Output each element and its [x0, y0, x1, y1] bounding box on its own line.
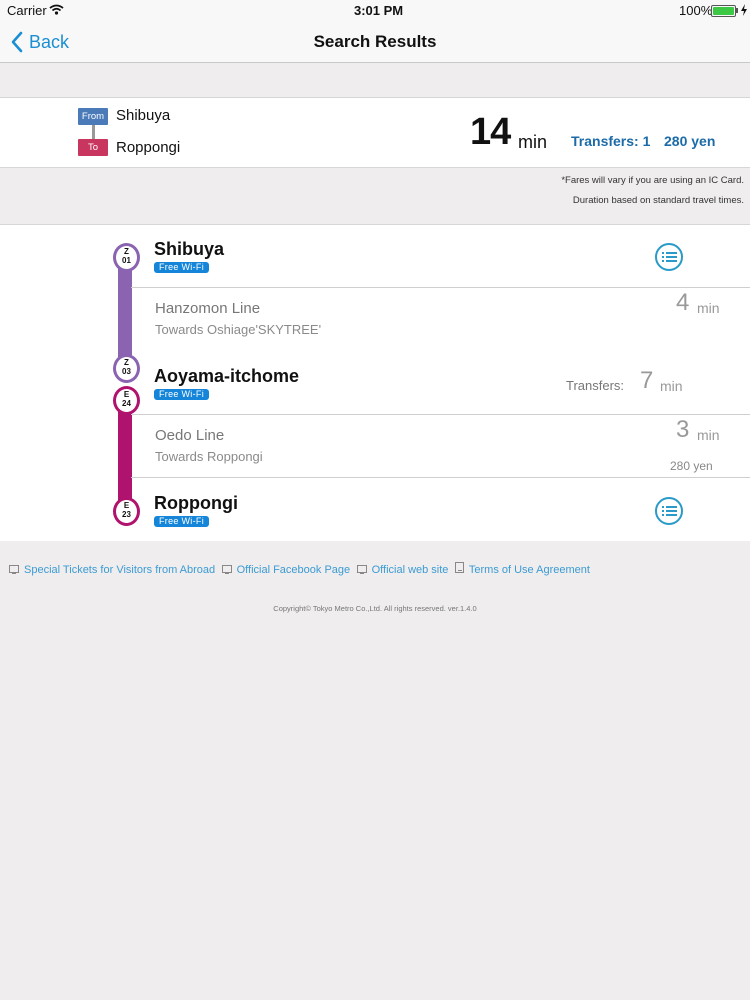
free-wifi-badge: Free Wi-Fi [154, 389, 209, 400]
monitor-icon [356, 565, 367, 574]
segment-time: 4 [676, 289, 690, 316]
duration-value: 14 [470, 111, 511, 153]
fare: 280 yen [664, 133, 716, 149]
segment-line-name: Oedo Line [155, 427, 225, 444]
footer-link-terms[interactable]: Terms of Use Agreement [454, 562, 590, 576]
segment-time-unit: min [697, 300, 720, 316]
station-name-roppongi: Roppongi [154, 493, 238, 513]
carrier-label: Carrier [7, 3, 47, 18]
station-code-badge: Z 01 [113, 243, 140, 272]
battery-percent: 100% [679, 3, 713, 18]
route-summary: From To Shibuya Roppongi 14 min Transfer… [0, 97, 750, 168]
to-tag: To [78, 139, 108, 156]
document-icon [454, 562, 464, 573]
station-code-badge: E 24 [113, 386, 140, 415]
free-wifi-badge: Free Wi-Fi [154, 516, 209, 527]
segment-time-unit: min [697, 427, 720, 443]
transfer-time: 7 [640, 367, 654, 394]
segment-line-name: Hanzomon Line [155, 300, 261, 317]
transfers-count: Transfers: 1 [571, 133, 651, 149]
station-info-button-roppongi[interactable] [655, 497, 683, 525]
page-title: Search Results [313, 32, 437, 51]
station-info-button-shibuya[interactable] [655, 243, 683, 271]
free-wifi-badge: Free Wi-Fi [154, 262, 209, 273]
footer-link-website[interactable]: Official web site [356, 564, 448, 576]
fare-notes: *Fares will vary if you are using an IC … [561, 171, 744, 211]
station-code-badge: E 23 [113, 497, 140, 526]
hanzomon-line-bar [118, 265, 132, 357]
route-detail: Z 01 Shibuya Free Wi-Fi Hanzomon Line Tow… [0, 224, 750, 541]
monitor-icon [9, 565, 19, 574]
footer-link-visitor-tickets[interactable]: Special Tickets for Visitors from Abroad [9, 564, 215, 576]
station-code-badge: Z 03 [113, 354, 140, 383]
to-station: Roppongi [116, 139, 181, 156]
segment-direction: Towards Oshiage'SKYTREE' [155, 322, 322, 337]
station-name-shibuya: Shibuya [154, 239, 225, 259]
from-station: Shibuya [116, 107, 171, 124]
status-bar: Carrier 3:01 PM 100% [0, 0, 750, 22]
footer-links: Special Tickets for Visitors from Abroad… [9, 560, 590, 578]
fare-note: *Fares will vary if you are using an IC … [561, 175, 744, 186]
transfer-time-unit: min [660, 378, 683, 394]
nav-bar: Back Search Results [0, 22, 750, 63]
monitor-icon [221, 565, 232, 574]
station-name-aoyama-itchome: Aoyama-itchome [154, 366, 300, 386]
charging-icon [741, 4, 747, 16]
battery-icon [711, 5, 736, 17]
duration-note: Duration based on standard travel times. [572, 195, 744, 206]
transfer-label: Transfers: [566, 378, 625, 393]
duration-unit: min [518, 132, 548, 152]
footer-link-facebook[interactable]: Official Facebook Page [221, 564, 350, 576]
segment-direction: Towards Roppongi [155, 449, 263, 464]
copyright: Copyright© Tokyo Metro Co.,Ltd. All righ… [273, 604, 477, 613]
wifi-icon [49, 4, 64, 15]
clock: 3:01 PM [354, 3, 404, 18]
oedo-line-bar [118, 409, 132, 501]
from-tag: From [78, 108, 108, 125]
segment-time: 3 [676, 416, 690, 443]
segment-fare: 280 yen [670, 459, 713, 473]
